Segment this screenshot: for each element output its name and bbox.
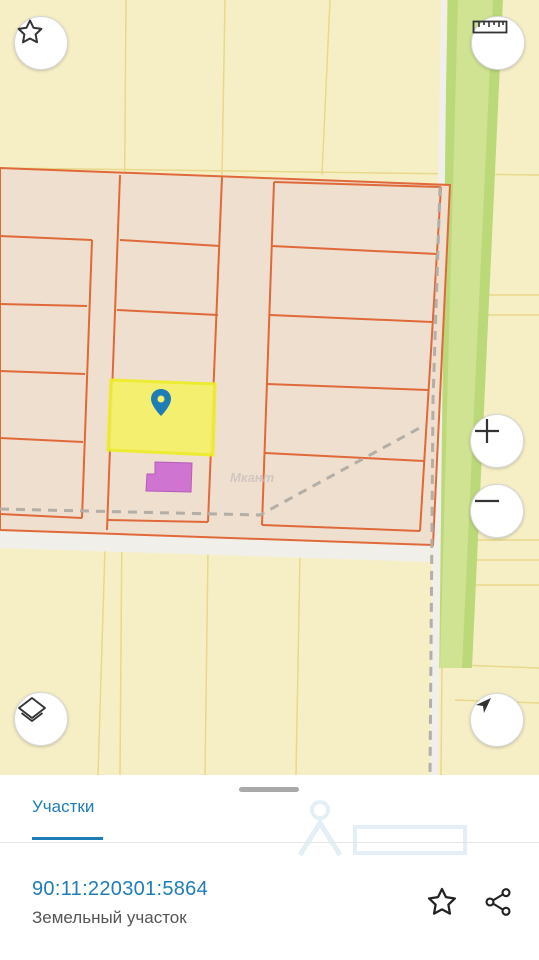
parcel-block[interactable] — [0, 166, 452, 547]
minus-icon — [475, 499, 499, 503]
map-view[interactable]: Мкант — [0, 0, 539, 775]
cadastral-number[interactable]: 90:11:220301:5864 — [32, 878, 208, 901]
bottom-sheet[interactable]: Участки 90:11:220301:5864 Земельный учас… — [0, 775, 539, 960]
navigation-arrow-icon — [476, 698, 491, 713]
map-watermark: Мкант — [230, 470, 275, 485]
layers-icon — [18, 697, 46, 722]
star-outline-icon — [17, 19, 43, 44]
ruler-button[interactable] — [471, 16, 525, 70]
locate-button[interactable] — [470, 693, 524, 747]
share-button[interactable] — [480, 884, 516, 920]
favorite-button[interactable] — [14, 16, 68, 70]
layers-button[interactable] — [14, 692, 68, 746]
plus-icon — [475, 419, 499, 443]
map-canvas[interactable] — [0, 0, 539, 775]
tab-bar: Участки — [0, 775, 539, 843]
star-outline-icon — [427, 887, 457, 915]
ruler-icon — [472, 20, 508, 34]
zoom-out-button[interactable] — [470, 484, 524, 538]
zoom-in-button[interactable] — [470, 414, 524, 468]
favorite-parcel-button[interactable] — [424, 884, 460, 920]
tab-parcels[interactable]: Участки — [32, 797, 94, 842]
share-icon — [485, 888, 511, 916]
parcel-type: Земельный участок — [32, 908, 187, 927]
active-tab-indicator — [32, 837, 103, 840]
